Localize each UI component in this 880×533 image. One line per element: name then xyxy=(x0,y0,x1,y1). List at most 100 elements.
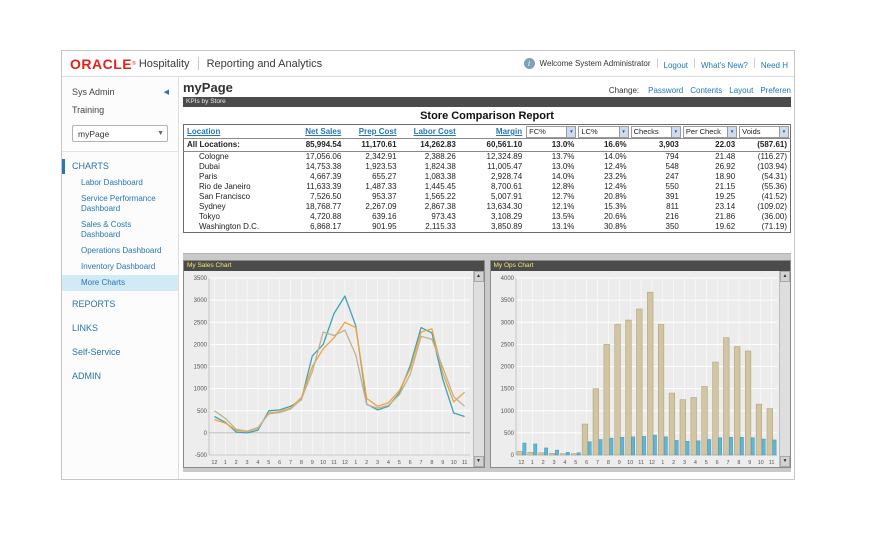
sidebar-item-reports[interactable]: REPORTS xyxy=(62,291,178,315)
value-cell: 901.95 xyxy=(372,222,397,231)
table-row-washington-d-c[interactable]: Washington D.C. 6,868.17 901.95 2,115.33 3,8… xyxy=(184,222,791,233)
app-name: Reporting and Analytics xyxy=(206,57,323,70)
value-cell: 20.6% xyxy=(603,212,627,221)
totals-row: All Locations: 85,994.54 11,170.61 14,262.8… xyxy=(183,138,791,152)
filter-column-lc: LC% ▼ xyxy=(577,125,629,139)
scroll-up-icon[interactable]: ▲ xyxy=(780,271,790,282)
filter-select-fc[interactable]: FC% ▼ xyxy=(526,125,577,138)
svg-text:1000: 1000 xyxy=(500,409,514,415)
location-cell: Cologne xyxy=(199,152,229,161)
ops-chart-title[interactable]: My Ops Chart xyxy=(490,261,790,271)
table-row-san-francisco[interactable]: San Francisco 7,526.50 953.37 1,565.22 5,007… xyxy=(184,192,791,202)
location-cell: Paris xyxy=(199,172,218,181)
table-row-dubai[interactable]: Dubai 14,753.38 1,923.53 1,824.38 11,005.47 1… xyxy=(184,162,791,172)
svg-text:11: 11 xyxy=(638,460,644,466)
table-row-cologne[interactable]: Cologne 17,056.06 2,342.91 2,388.26 12,324.8… xyxy=(184,152,791,163)
horizontal-splitter[interactable] xyxy=(183,253,791,260)
table-row-paris[interactable]: Paris 4,667.39 655.27 1,083.38 2,928.74 14.0%… xyxy=(184,172,791,182)
filter-select-per-check[interactable]: Per Check ▼ xyxy=(682,125,738,138)
value-cell: 2,928.74 xyxy=(491,172,523,181)
scrollbar[interactable]: ▲ ▼ xyxy=(779,271,790,467)
need-help-link[interactable]: Need H xyxy=(761,61,788,70)
filter-select-checks[interactable]: Checks ▼ xyxy=(630,125,681,138)
chevron-down-icon: ▼ xyxy=(618,126,628,137)
value-cell: 7,526.50 xyxy=(310,192,342,201)
table-row-rio-de-janeiro[interactable]: Rio de Janeiro 11,633.39 1,487.33 1,445.45 8… xyxy=(184,182,791,192)
svg-text:6: 6 xyxy=(278,460,281,466)
portlet-header-kpis-by-store[interactable]: KPIs by Store xyxy=(183,97,791,107)
location-cell: Dubai xyxy=(199,162,220,171)
sidebar-item-self-service[interactable]: Self-Service xyxy=(62,339,178,363)
table-row-tokyo[interactable]: Tokyo 4,720.88 639.16 973.43 3,108.29 13.5% 20… xyxy=(184,212,791,222)
sales-chart-body: -500 0 500 1000 1500 2000 2500 3000 3500 12 1 2 3 4 5 6… xyxy=(184,271,484,467)
value-cell: 21.86 xyxy=(715,212,736,221)
column-header-margin: Margin xyxy=(459,125,525,139)
value-cell: 2,867.38 xyxy=(424,202,456,211)
svg-text:6: 6 xyxy=(585,460,588,466)
svg-text:7: 7 xyxy=(289,460,292,466)
svg-text:2000: 2000 xyxy=(500,365,514,371)
svg-text:1: 1 xyxy=(354,460,357,466)
svg-text:6: 6 xyxy=(715,460,718,466)
sidebar-item-more-charts[interactable]: More Charts xyxy=(62,275,178,291)
svg-text:7: 7 xyxy=(726,460,729,466)
location-cell: Tokyo xyxy=(199,212,220,221)
scroll-down-icon[interactable]: ▼ xyxy=(780,456,790,467)
svg-text:12: 12 xyxy=(211,460,217,466)
svg-text:1: 1 xyxy=(530,460,533,466)
value-cell: 19.62 xyxy=(715,222,736,231)
sort-link-margin[interactable]: Margin xyxy=(459,127,525,136)
mypage-select[interactable]: myPage ▼ xyxy=(72,125,168,142)
change-link-password[interactable]: Password xyxy=(648,86,683,95)
sidebar-item-training[interactable]: Training xyxy=(62,100,178,118)
scroll-down-icon[interactable]: ▼ xyxy=(473,456,484,467)
collapse-left-icon[interactable]: ◀ xyxy=(164,88,169,96)
sidebar-item-operations-dashboard[interactable]: Operations Dashboard xyxy=(62,243,178,259)
sidebar-section-charts[interactable]: CHARTS xyxy=(62,155,178,175)
value-cell: 3,850.89 xyxy=(491,222,523,231)
change-link-contents[interactable]: Contents xyxy=(690,86,722,95)
value-cell: 11,005.47 xyxy=(487,162,523,171)
whats-new-link[interactable]: What's New? xyxy=(701,61,748,70)
info-icon[interactable]: i xyxy=(523,58,535,69)
svg-text:10: 10 xyxy=(757,460,763,466)
totals-cell: 13.0% xyxy=(525,138,578,152)
value-cell: 23.14 xyxy=(715,202,736,211)
value-cell: 973.43 xyxy=(431,212,456,221)
column-header-location: Location xyxy=(184,125,276,139)
sidebar-item-sys-admin[interactable]: Sys Admin ◀ xyxy=(62,82,178,100)
filter-select-lc[interactable]: LC% ▼ xyxy=(578,125,629,138)
sidebar-item-links[interactable]: LINKS xyxy=(62,315,178,339)
scrollbar[interactable]: ▲ ▼ xyxy=(472,271,484,467)
sidebar-item-admin[interactable]: ADMIN xyxy=(62,363,178,387)
logout-link[interactable]: Logout xyxy=(664,61,688,70)
value-cell: 548 xyxy=(665,162,679,171)
svg-text:10: 10 xyxy=(320,460,326,466)
change-link-preferen[interactable]: Preferen xyxy=(760,86,791,95)
sort-link-location[interactable]: Location xyxy=(184,127,276,136)
sales-chart-title[interactable]: My Sales Chart xyxy=(184,261,484,271)
svg-text:3: 3 xyxy=(246,460,249,466)
sidebar-item-service-performance-dashboard[interactable]: Service Performance Dashboard xyxy=(62,191,178,217)
filter-select-voids[interactable]: Voids ▼ xyxy=(739,125,789,138)
table-row-sydney[interactable]: Sydney 18,768.77 2,267.09 2,867.38 13,634.30… xyxy=(184,202,791,212)
sort-link-labor-cost[interactable]: Labor Cost xyxy=(400,127,459,136)
value-cell: 21.48 xyxy=(715,152,736,161)
table-header-row: Location Net Sales Prep Cost Labor Cost Marg… xyxy=(184,125,791,139)
value-cell: 11,633.39 xyxy=(306,182,342,191)
chevron-down-icon: ▼ xyxy=(566,126,576,137)
change-link-layout[interactable]: Layout xyxy=(729,86,753,95)
svg-text:3: 3 xyxy=(683,460,686,466)
value-cell: (116.27) xyxy=(757,152,787,161)
svg-text:10: 10 xyxy=(451,460,457,466)
scroll-up-icon[interactable]: ▲ xyxy=(473,271,484,282)
value-cell: 1,923.53 xyxy=(365,162,397,171)
sidebar-item-sales-costs-dashboard[interactable]: Sales & Costs Dashboard xyxy=(62,217,178,243)
sort-link-prep-cost[interactable]: Prep Cost xyxy=(344,127,399,136)
header-links: Logout What's New? Need H xyxy=(651,57,788,70)
sidebar-item-inventory-dashboard[interactable]: Inventory Dashboard xyxy=(62,259,178,275)
sidebar-item-labor-dashboard[interactable]: Labor Dashboard xyxy=(62,175,178,191)
value-cell: 17,056.06 xyxy=(305,152,342,161)
sort-link-net-sales[interactable]: Net Sales xyxy=(276,127,344,136)
svg-text:10: 10 xyxy=(627,460,633,466)
